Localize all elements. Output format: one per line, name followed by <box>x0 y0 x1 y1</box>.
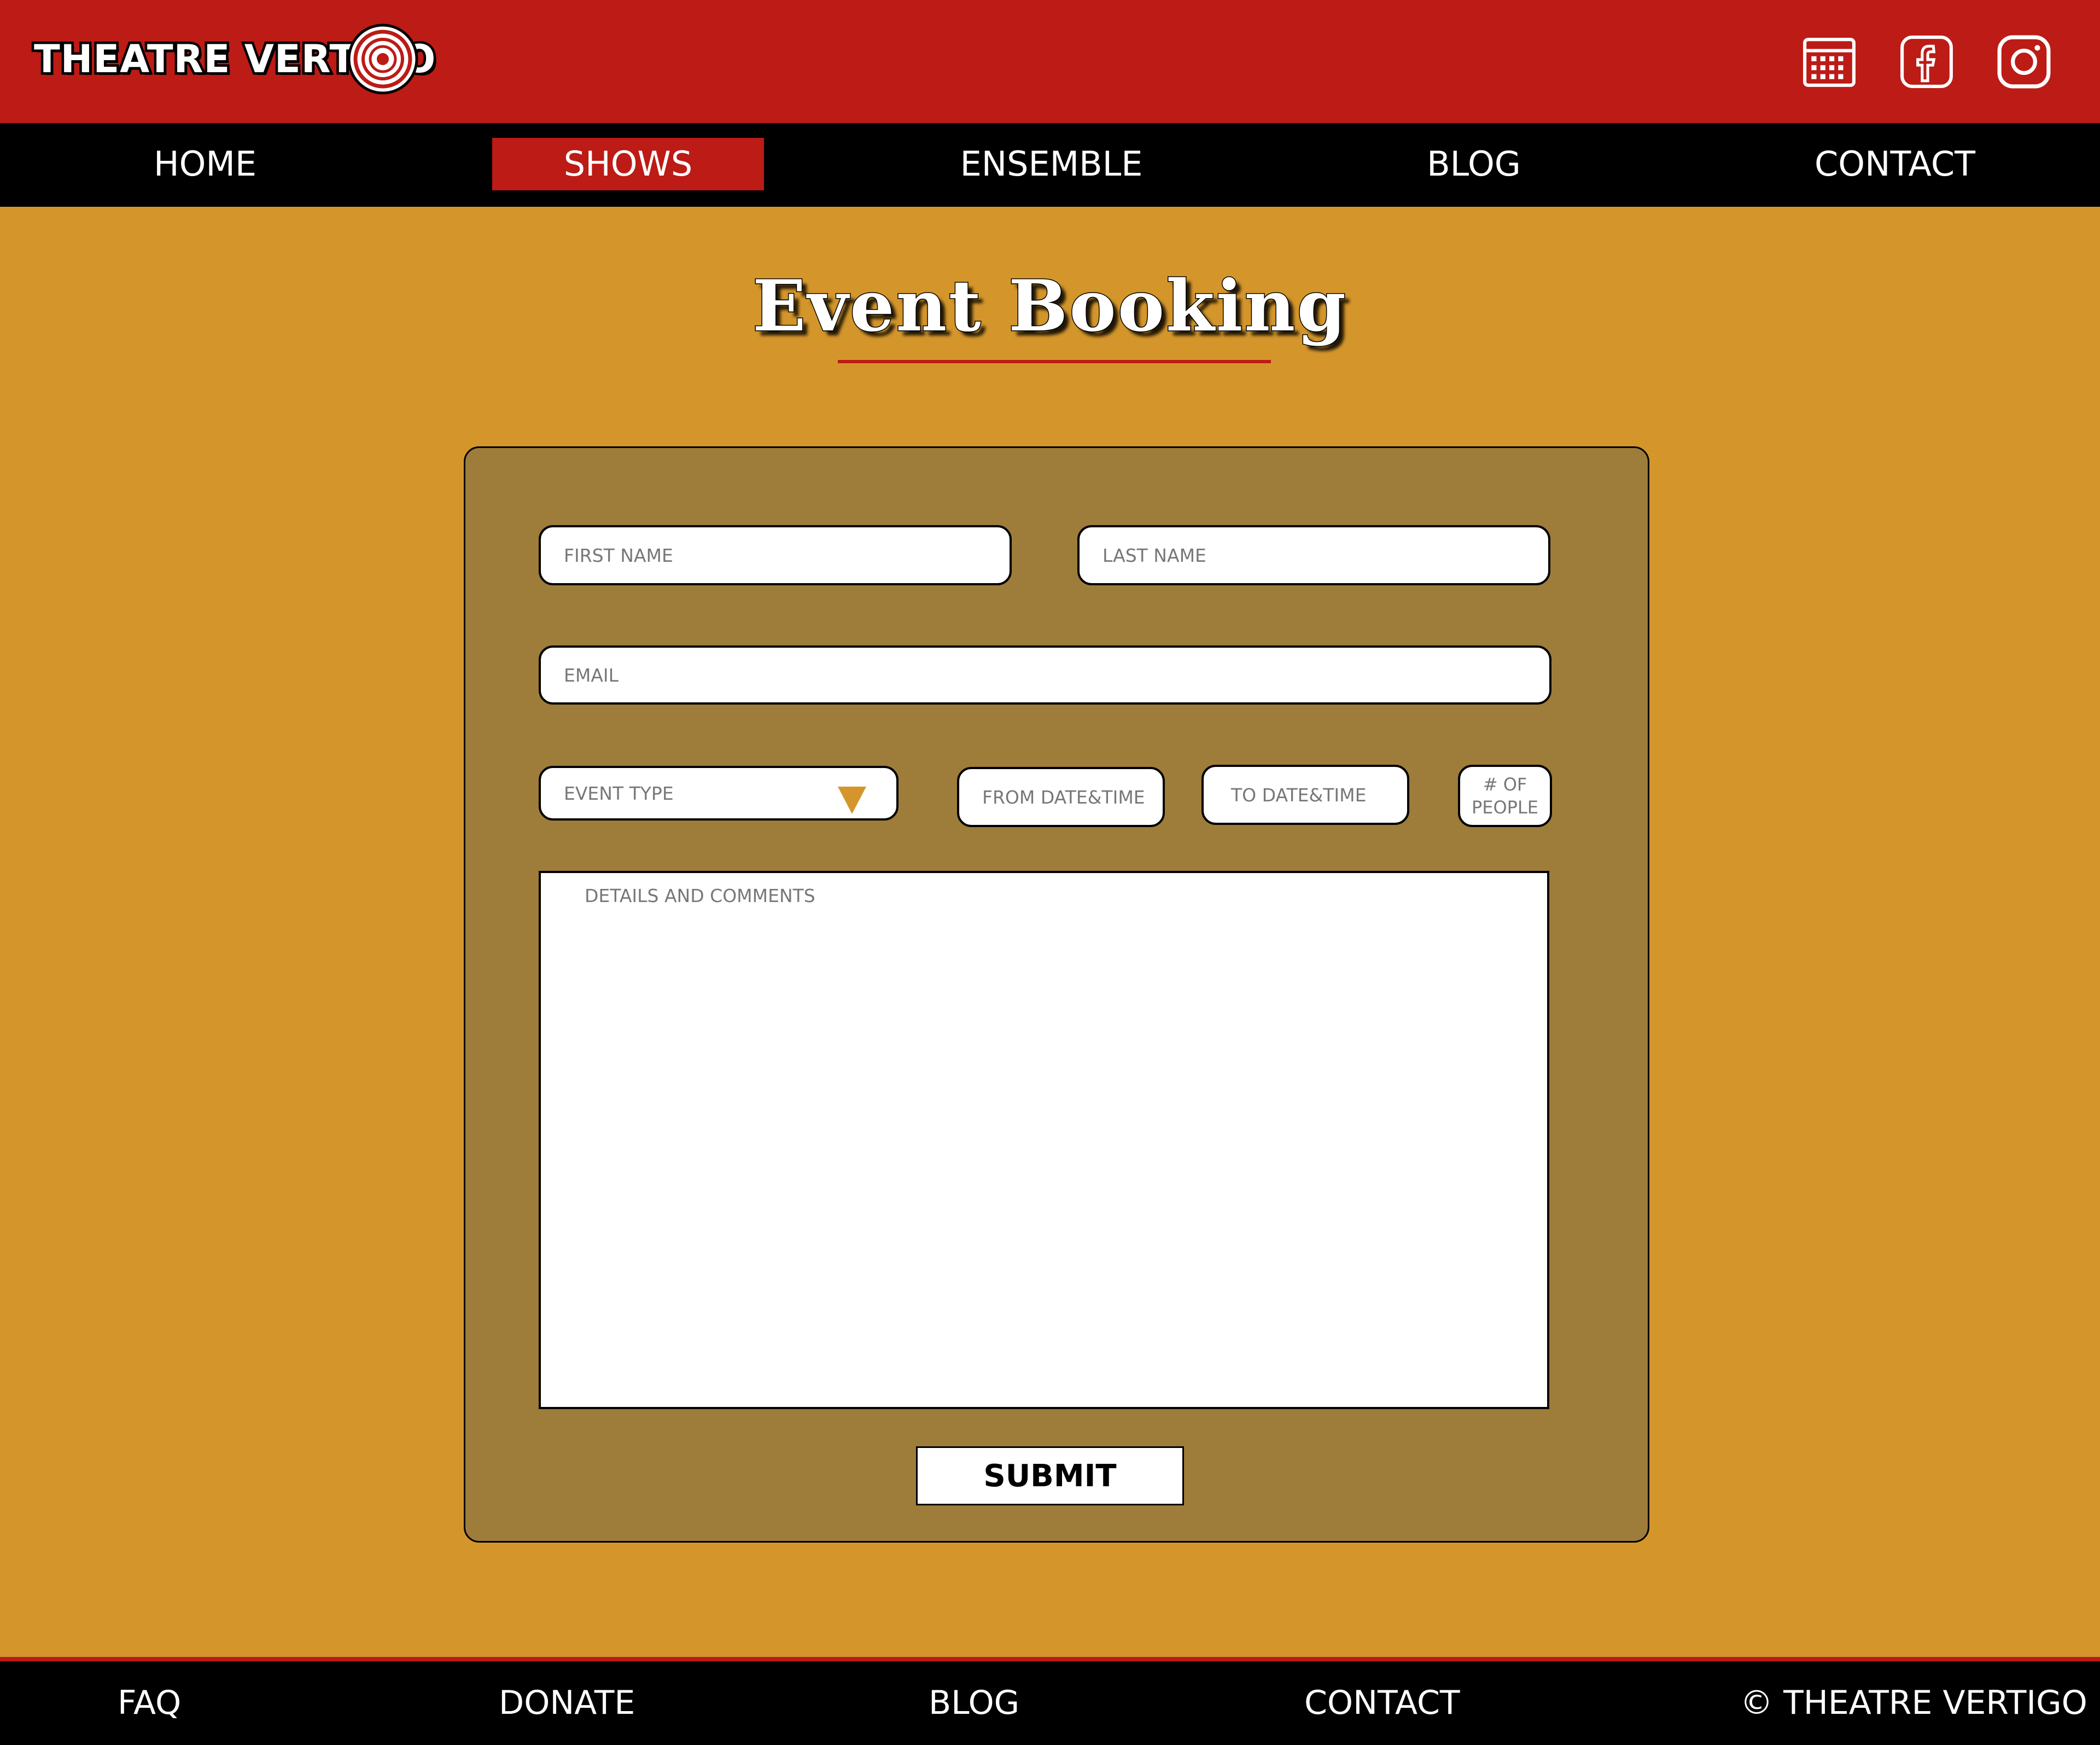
footer-copyright: © THEATRE VERTIGO <box>1740 1684 2087 1722</box>
details-textarea[interactable]: DETAILS AND COMMENTS <box>539 871 1549 1409</box>
last-name-input[interactable]: LAST NAME <box>1077 525 1550 585</box>
nav-item-ensemble[interactable]: ENSEMBLE <box>957 138 1146 190</box>
social-icons <box>1801 34 2052 90</box>
event-type-select[interactable]: EVENT TYPE <box>539 766 899 821</box>
dropdown-arrow-icon <box>838 787 866 814</box>
from-datetime-placeholder: FROM DATE&TIME <box>982 786 1145 808</box>
details-placeholder: DETAILS AND COMMENTS <box>585 885 815 906</box>
first-name-placeholder: FIRST NAME <box>564 544 673 566</box>
to-datetime-input[interactable]: TO DATE&TIME <box>1201 765 1409 825</box>
vertigo-spiral-icon <box>347 24 418 95</box>
title-underline <box>838 360 1271 363</box>
to-datetime-placeholder: TO DATE&TIME <box>1231 784 1367 806</box>
nav-item-contact[interactable]: CONTACT <box>1799 138 1991 190</box>
page-title: Event Booking <box>752 265 1348 348</box>
submit-button[interactable]: SUBMIT <box>916 1446 1184 1505</box>
nav-item-home[interactable]: HOME <box>123 138 287 190</box>
people-count-line2: PEOPLE <box>1471 797 1539 818</box>
footer-link-faq[interactable]: FAQ <box>118 1661 181 1745</box>
email-input[interactable]: EMAIL <box>539 645 1551 705</box>
nav-item-shows[interactable]: SHOWS <box>492 138 764 190</box>
footer-divider <box>0 1657 2100 1661</box>
event-type-placeholder: EVENT TYPE <box>564 782 674 804</box>
people-count-input[interactable]: # OF PEOPLE <box>1458 765 1552 827</box>
main-nav: HOME SHOWS ENSEMBLE BLOG CONTACT <box>0 123 2100 207</box>
email-placeholder: EMAIL <box>564 664 619 686</box>
footer-link-blog[interactable]: BLOG <box>929 1661 1019 1745</box>
facebook-icon[interactable] <box>1899 34 1955 90</box>
footer-link-contact[interactable]: CONTACT <box>1304 1661 1460 1745</box>
last-name-placeholder: LAST NAME <box>1102 544 1206 566</box>
site-logo[interactable]: THEATRE VERTIGO <box>31 21 438 97</box>
people-count-placeholder: # OF PEOPLE <box>1472 773 1538 819</box>
footer-link-donate[interactable]: DONATE <box>499 1661 635 1745</box>
calendar-icon[interactable] <box>1801 34 1857 90</box>
footer-bar: FAQ DONATE BLOG CONTACT © THEATRE VERTIG… <box>0 1661 2100 1745</box>
from-datetime-input[interactable]: FROM DATE&TIME <box>957 767 1165 827</box>
first-name-input[interactable]: FIRST NAME <box>539 525 1012 585</box>
header-bar: THEATRE VERTIGO <box>0 0 2100 123</box>
people-count-line1: # OF <box>1483 774 1527 795</box>
instagram-icon[interactable] <box>1996 34 2052 90</box>
nav-item-blog[interactable]: BLOG <box>1389 138 1559 190</box>
